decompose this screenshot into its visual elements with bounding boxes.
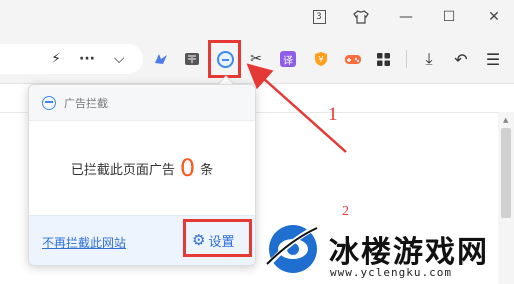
watermark-logo (266, 223, 321, 273)
step-number-1: 1 (328, 104, 338, 125)
step-number-2: 2 (342, 204, 349, 219)
watermark-name: 冰楼游戏网 (329, 235, 489, 270)
watermark-url: www.yclengku.com (330, 266, 452, 279)
